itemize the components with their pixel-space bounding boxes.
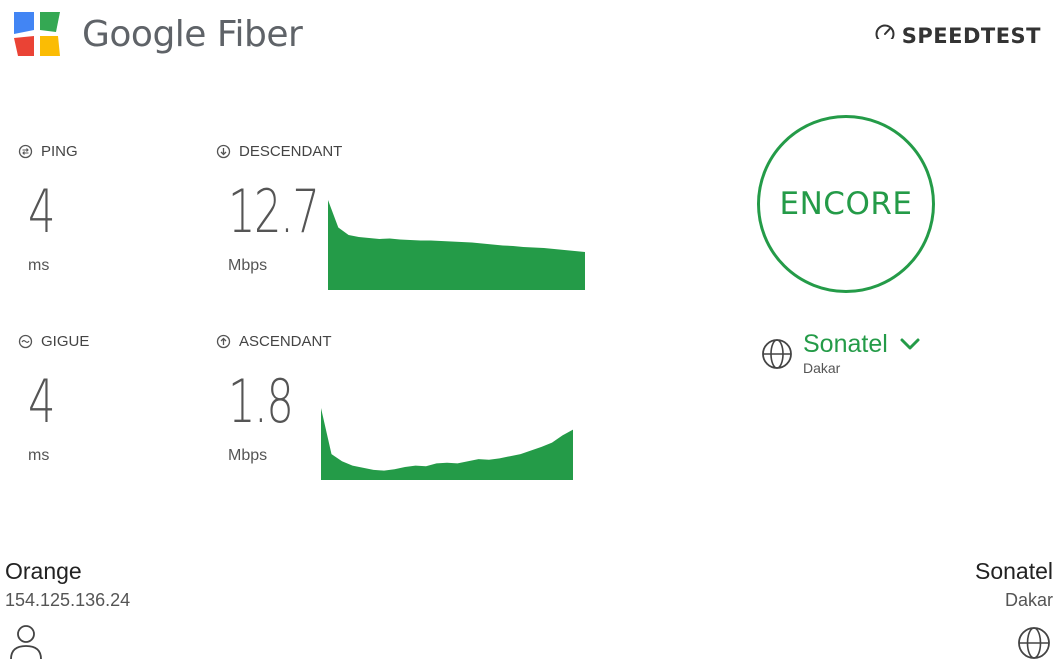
download-label-row: DESCENDANT xyxy=(216,143,342,160)
brand-title: Google Fiber xyxy=(82,14,303,55)
globe-icon xyxy=(1017,626,1051,665)
server-selector[interactable]: Sonatel Dakar xyxy=(761,330,922,376)
jitter-label: GIGUE xyxy=(41,333,90,350)
download-unit: Mbps xyxy=(228,257,268,274)
ping-label: PING xyxy=(41,143,78,160)
server-info: Sonatel Dakar xyxy=(803,330,888,376)
download-label: DESCENDANT xyxy=(239,143,343,160)
speedtest-link[interactable]: SPEEDTEST xyxy=(873,22,1041,49)
client-isp-name: Orange xyxy=(5,558,82,584)
ping-label-row: PING xyxy=(18,143,78,160)
chevron-down-icon[interactable] xyxy=(898,334,922,359)
upload-graph-area xyxy=(321,408,573,480)
globe-icon xyxy=(761,338,793,375)
jitter-label-row: GIGUE xyxy=(18,333,89,350)
encore-button[interactable]: ENCORE xyxy=(757,115,935,293)
speedtest-label: SPEEDTEST xyxy=(901,23,1041,48)
google-fiber-logo-icon xyxy=(12,10,64,60)
download-speed-graph xyxy=(328,200,585,290)
host-server-name: Sonatel xyxy=(974,558,1053,584)
download-arrow-icon xyxy=(216,144,231,159)
server-city: Dakar xyxy=(803,360,841,376)
upload-label-row: ASCENDANT xyxy=(216,333,332,350)
ping-value: 4 xyxy=(28,177,56,247)
ping-icon xyxy=(18,144,33,159)
upload-value: 1.8 xyxy=(228,367,294,437)
download-value: 12.7 xyxy=(228,177,320,247)
upload-arrow-icon xyxy=(216,334,231,349)
host-server-city: Dakar xyxy=(1004,590,1053,610)
user-icon xyxy=(8,622,44,665)
server-name: Sonatel xyxy=(803,330,888,358)
upload-label: ASCENDANT xyxy=(239,333,332,350)
jitter-icon xyxy=(18,334,33,349)
upload-unit: Mbps xyxy=(228,447,268,464)
download-graph-area xyxy=(328,200,585,290)
upload-speed-graph xyxy=(321,408,573,480)
jitter-unit: ms xyxy=(28,447,50,464)
client-ip-address: 154.125.136.24 xyxy=(5,590,131,610)
jitter-value: 4 xyxy=(28,367,56,437)
ping-unit: ms xyxy=(28,257,50,274)
gauge-icon xyxy=(873,22,896,49)
